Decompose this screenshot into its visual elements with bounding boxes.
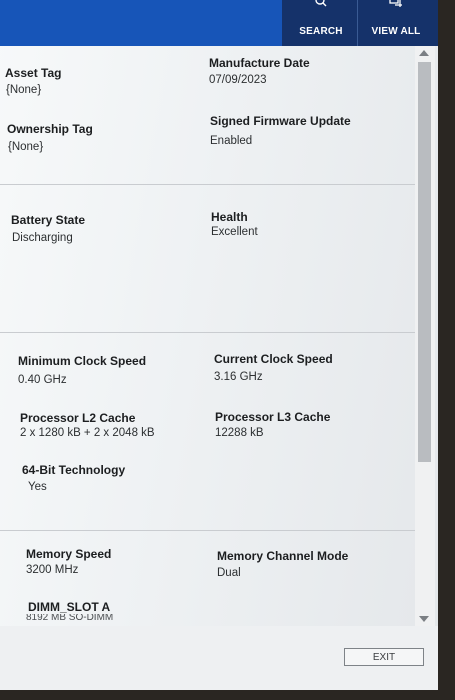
min-clock-label: Minimum Clock Speed (18, 354, 147, 368)
current-clock-value: 3.16 GHz (214, 371, 263, 383)
64bit-label: 64-Bit Technology (22, 463, 126, 477)
memory-speed-label: Memory Speed (26, 547, 112, 561)
manufacture-date-value: 07/09/2023 (209, 74, 267, 86)
battery-state-value: Discharging (12, 232, 73, 244)
section-divider (0, 530, 415, 531)
exit-button[interactable]: EXIT (344, 648, 424, 666)
l2-cache-label: Processor L2 Cache (20, 411, 136, 425)
memory-speed-value: 3200 MHz (26, 564, 79, 576)
64bit-value: Yes (28, 481, 47, 493)
details-pane: Asset Tag {None} Manufacture Date 07/09/… (0, 46, 415, 626)
l3-cache-label: Processor L3 Cache (215, 410, 331, 424)
vertical-scrollbar[interactable] (415, 46, 435, 626)
ownership-tag-label: Ownership Tag (7, 122, 93, 136)
exit-button-label: EXIT (372, 651, 396, 663)
dimm-slot-a-value: 8192 MB SO-DIMM (26, 614, 114, 620)
search-button[interactable]: SEARCH (296, 0, 346, 46)
ownership-tag-value: {None} (8, 141, 44, 153)
section-divider (0, 184, 415, 185)
current-clock-label: Current Clock Speed (214, 352, 333, 366)
view-all-button[interactable]: VIEW ALL (366, 0, 426, 46)
memory-channel-value: Dual (217, 567, 241, 579)
min-clock-value: 0.40 GHz (18, 374, 67, 386)
memory-channel-label: Memory Channel Mode (217, 549, 349, 563)
view-all-icon (389, 0, 402, 7)
scroll-down-arrow-icon[interactable] (419, 616, 429, 622)
top-bar: SEARCH VIEW ALL (0, 0, 438, 46)
scrollbar-thumb[interactable] (418, 62, 431, 462)
l2-cache-value: 2 x 1280 kB + 2 x 2048 kB (20, 427, 155, 439)
toolbar-divider (357, 0, 358, 46)
scroll-up-arrow-icon[interactable] (419, 50, 429, 56)
battery-state-label: Battery State (11, 213, 86, 227)
asset-tag-value: {None} (6, 84, 42, 96)
signed-firmware-label: Signed Firmware Update (210, 114, 351, 128)
view-all-button-label: VIEW ALL (371, 26, 421, 37)
search-button-label: SEARCH (299, 26, 343, 37)
asset-tag-label: Asset Tag (5, 66, 62, 80)
signed-firmware-value: Enabled (210, 135, 253, 147)
dimm-slot-a-label: DIMM_SLOT A (28, 600, 111, 614)
bios-screen: SEARCH VIEW ALL Asset Tag {None} Manufac… (0, 0, 438, 690)
section-divider (0, 332, 415, 333)
l3-cache-value: 12288 kB (215, 427, 264, 439)
manufacture-date-label: Manufacture Date (209, 56, 310, 70)
search-icon (315, 0, 327, 7)
battery-health-label: Health (211, 210, 248, 224)
footer-bar: EXIT (0, 626, 438, 690)
battery-health-value: Excellent (211, 226, 258, 238)
